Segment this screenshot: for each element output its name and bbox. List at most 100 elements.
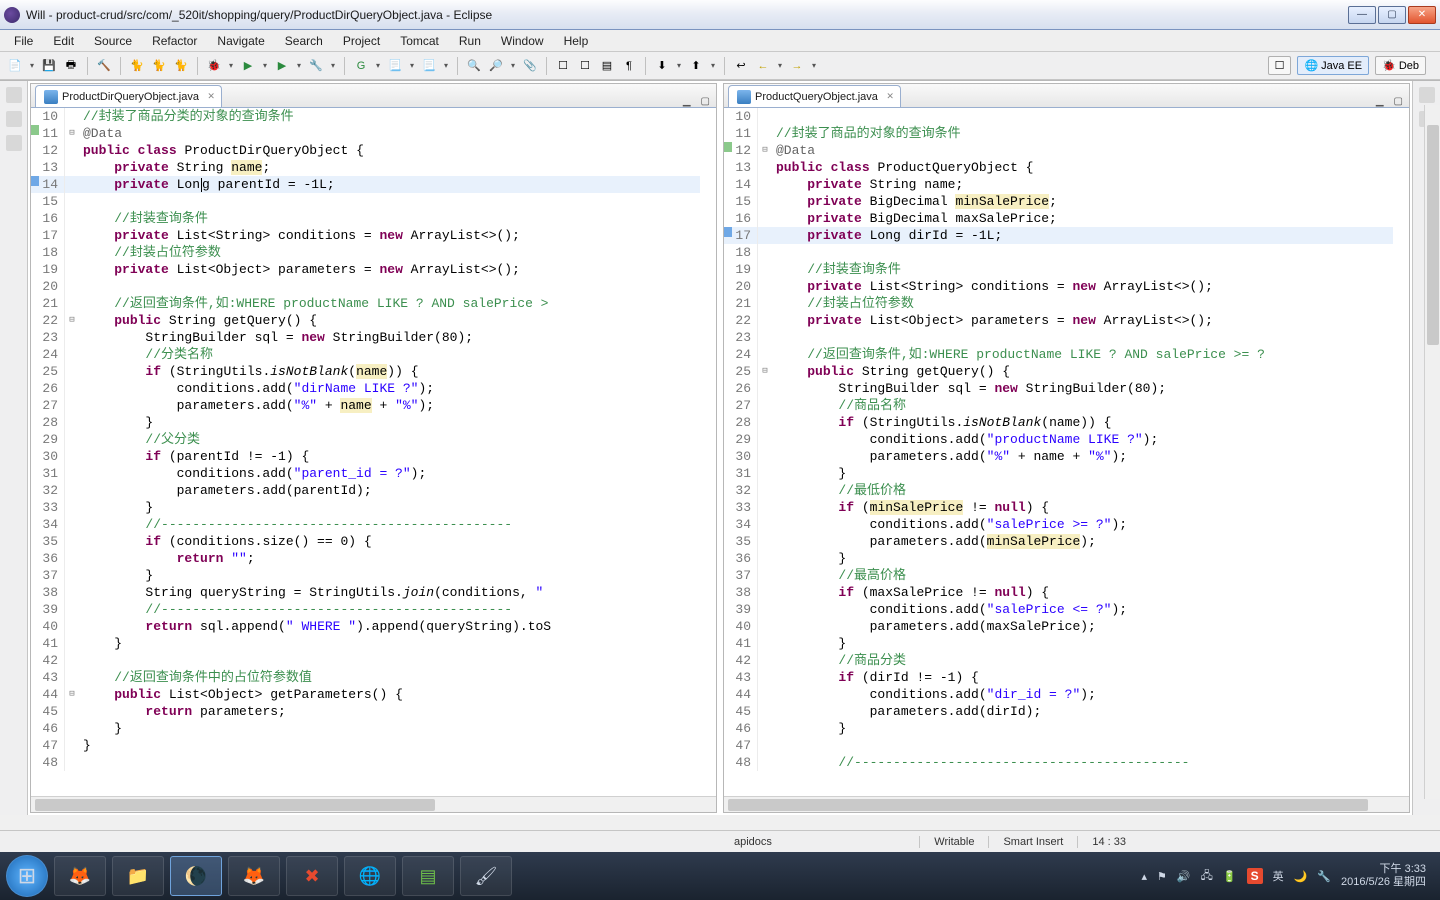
code-line[interactable]: 36 return ""; — [31, 550, 700, 567]
open-perspective-button[interactable]: ☐ — [1268, 56, 1292, 75]
dropdown-icon[interactable]: ▾ — [408, 61, 416, 70]
code-line[interactable]: 40 return sql.append(" WHERE ").append(q… — [31, 618, 700, 635]
tray-arrow-icon[interactable]: ▴ — [1142, 870, 1148, 883]
task-firefox2-icon[interactable]: 🦊 — [228, 856, 280, 896]
dropdown-icon[interactable]: ▾ — [442, 61, 450, 70]
code-line[interactable]: 37 } — [31, 567, 700, 584]
search-icon[interactable]: 🔎 — [487, 57, 505, 75]
dropdown-icon[interactable]: ▾ — [709, 61, 717, 70]
toggle-breadcrumb-icon[interactable]: ☐ — [554, 57, 572, 75]
code-line[interactable]: 32 //最低价格 — [724, 482, 1393, 499]
code-line[interactable]: 22⊟ public String getQuery() { — [31, 312, 700, 329]
tray-volume-icon[interactable]: 🔊 — [1177, 870, 1191, 883]
block-select-icon[interactable]: ▤ — [598, 57, 616, 75]
task-eclipse-icon[interactable]: 🌘 — [170, 856, 222, 896]
code-line[interactable]: 46 } — [31, 720, 700, 737]
maximize-view-icon[interactable]: ▢ — [701, 96, 710, 107]
code-line[interactable]: 11⊟@Data — [31, 125, 700, 142]
code-area-right[interactable]: 1011//封装了商品的对象的查询条件12⊟@Data13public clas… — [724, 108, 1409, 796]
close-icon[interactable]: ✕ — [886, 91, 894, 102]
package-explorer-icon[interactable] — [6, 87, 22, 103]
code-line[interactable]: 45 parameters.add(dirId); — [724, 703, 1393, 720]
task-paint-icon[interactable]: 🖌 — [460, 856, 512, 896]
vertical-scrollbar[interactable] — [1424, 105, 1440, 799]
menu-window[interactable]: Window — [491, 34, 554, 48]
back-icon[interactable]: ← — [754, 57, 772, 75]
code-line[interactable]: 33 } — [31, 499, 700, 516]
code-line[interactable]: 16 private BigDecimal maxSalePrice; — [724, 210, 1393, 227]
code-line[interactable]: 17 private Long dirId = -1L; — [724, 227, 1393, 244]
navigator-icon[interactable] — [6, 111, 22, 127]
code-line[interactable]: 17 private List<String> conditions = new… — [31, 227, 700, 244]
new-icon[interactable]: 📄 — [6, 57, 24, 75]
show-whitespace-icon[interactable]: ¶ — [620, 57, 638, 75]
dropdown-icon[interactable]: ▾ — [675, 61, 683, 70]
servers-icon[interactable] — [6, 135, 22, 151]
code-line[interactable]: 32 parameters.add(parentId); — [31, 482, 700, 499]
code-line[interactable]: 28 if (StringUtils.isNotBlank(name)) { — [724, 414, 1393, 431]
dropdown-icon[interactable]: ▾ — [374, 61, 382, 70]
outline-icon[interactable] — [1419, 87, 1435, 103]
menu-help[interactable]: Help — [554, 34, 599, 48]
ext-tools-icon[interactable]: 🔧 — [307, 57, 325, 75]
code-line[interactable]: 41 } — [31, 635, 700, 652]
annotation-icon[interactable]: 📎 — [521, 57, 539, 75]
code-line[interactable]: 41 } — [724, 635, 1393, 652]
menu-refactor[interactable]: Refactor — [142, 34, 207, 48]
code-line[interactable]: 28 } — [31, 414, 700, 431]
code-line[interactable]: 24 //返回查询条件,如:WHERE productName LIKE ? A… — [724, 346, 1393, 363]
code-line[interactable]: 40 parameters.add(maxSalePrice); — [724, 618, 1393, 635]
task-wps-icon[interactable]: ▤ — [402, 856, 454, 896]
tomcat-restart-icon[interactable]: 🐈 — [172, 57, 190, 75]
code-line[interactable]: 15 private BigDecimal minSalePrice; — [724, 193, 1393, 210]
maximize-button[interactable]: ▢ — [1378, 6, 1406, 24]
code-line[interactable]: 31 } — [724, 465, 1393, 482]
code-line[interactable]: 10//封装了商品分类的对象的查询条件 — [31, 108, 700, 125]
code-line[interactable]: 42 — [31, 652, 700, 669]
code-line[interactable]: 47} — [31, 737, 700, 754]
build-icon[interactable]: 🔨 — [95, 57, 113, 75]
task-browser-icon[interactable]: 🌐 — [344, 856, 396, 896]
code-line[interactable]: 25⊟ public String getQuery() { — [724, 363, 1393, 380]
code-line[interactable]: 19 private List<Object> parameters = new… — [31, 261, 700, 278]
menu-source[interactable]: Source — [84, 34, 142, 48]
fold-toggle[interactable]: ⊟ — [65, 312, 79, 329]
minimize-button[interactable]: — — [1348, 6, 1376, 24]
code-line[interactable]: 16 //封装查询条件 — [31, 210, 700, 227]
code-line[interactable]: 11//封装了商品的对象的查询条件 — [724, 125, 1393, 142]
tray-tool-icon[interactable]: 🔧 — [1317, 870, 1331, 883]
menu-run[interactable]: Run — [449, 34, 491, 48]
dropdown-icon[interactable]: ▾ — [28, 61, 36, 70]
code-line[interactable]: 10 — [724, 108, 1393, 125]
code-line[interactable]: 18 //封装占位符参数 — [31, 244, 700, 261]
code-line[interactable]: 35 parameters.add(minSalePrice); — [724, 533, 1393, 550]
code-line[interactable]: 34 //-----------------------------------… — [31, 516, 700, 533]
horizontal-scrollbar[interactable] — [31, 796, 716, 812]
code-line[interactable]: 26 conditions.add("dirName LIKE ?"); — [31, 380, 700, 397]
menu-search[interactable]: Search — [275, 34, 333, 48]
tab-productdirqueryobject[interactable]: ProductDirQueryObject.java ✕ — [35, 85, 222, 107]
dropdown-icon[interactable]: ▾ — [509, 61, 517, 70]
code-line[interactable]: 36 } — [724, 550, 1393, 567]
code-line[interactable]: 30 parameters.add("%" + name + "%"); — [724, 448, 1393, 465]
maximize-view-icon[interactable]: ▢ — [1394, 96, 1403, 107]
new-jsp-icon[interactable]: 📃 — [386, 57, 404, 75]
code-line[interactable]: 33 if (minSalePrice != null) { — [724, 499, 1393, 516]
task-firefox-icon[interactable]: 🦊 — [54, 856, 106, 896]
debug-icon[interactable]: 🐞 — [205, 57, 223, 75]
run-icon[interactable]: ▶ — [239, 57, 257, 75]
tomcat-stop-icon[interactable]: 🐈 — [150, 57, 168, 75]
code-line[interactable]: 13 private String name; — [31, 159, 700, 176]
code-line[interactable]: 31 conditions.add("parent_id = ?"); — [31, 465, 700, 482]
close-button[interactable]: ✕ — [1408, 6, 1436, 24]
tray-lang[interactable]: 英 — [1273, 868, 1284, 884]
code-line[interactable]: 46 } — [724, 720, 1393, 737]
menu-edit[interactable]: Edit — [43, 34, 84, 48]
code-line[interactable]: 29 conditions.add("productName LIKE ?"); — [724, 431, 1393, 448]
last-edit-icon[interactable]: ↩ — [732, 57, 750, 75]
minimize-view-icon[interactable]: ▁ — [1376, 96, 1384, 107]
code-line[interactable]: 42 //商品分类 — [724, 652, 1393, 669]
code-line[interactable]: 45 return parameters; — [31, 703, 700, 720]
dropdown-icon[interactable]: ▾ — [810, 61, 818, 70]
code-line[interactable]: 38 String queryString = StringUtils.join… — [31, 584, 700, 601]
